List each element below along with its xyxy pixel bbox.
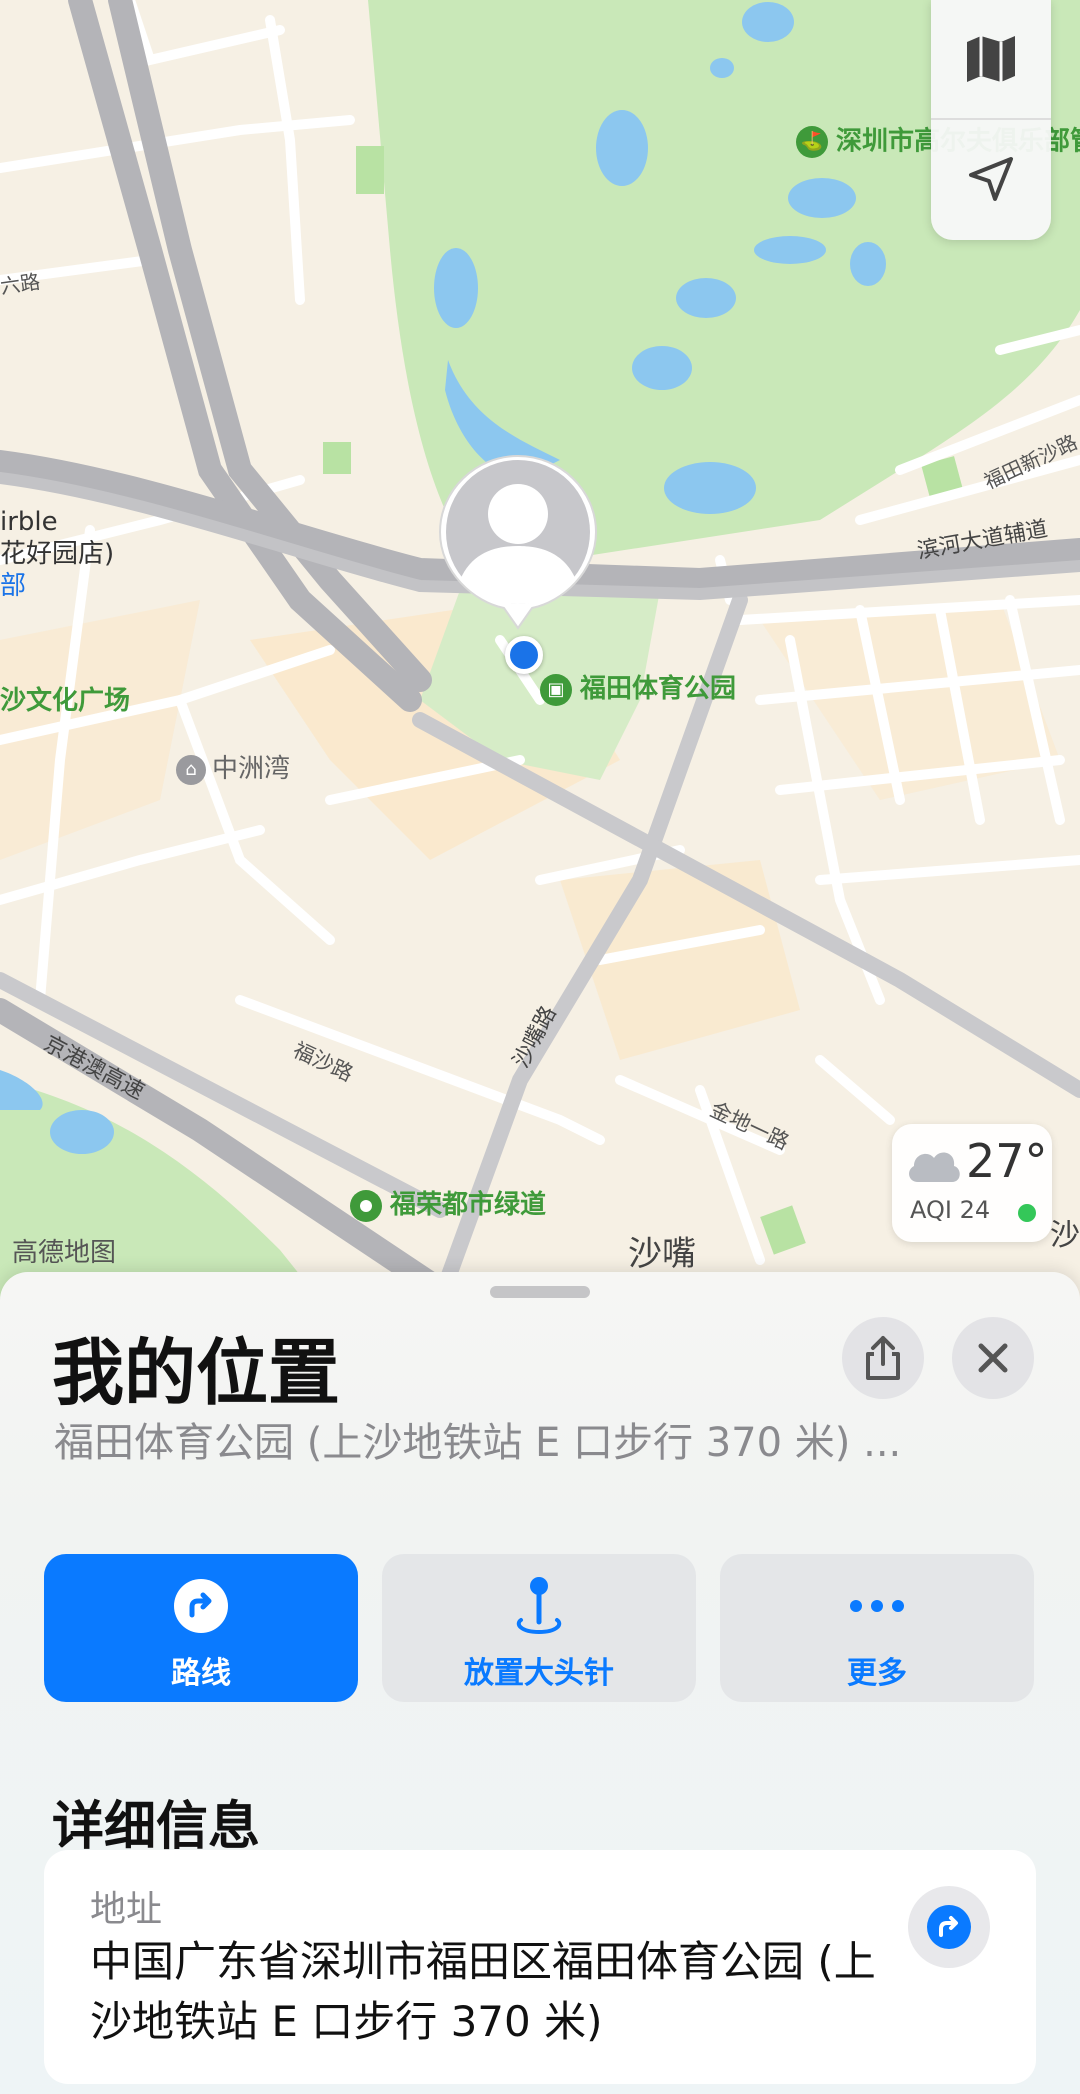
road-label-liu: 六路 xyxy=(0,269,42,299)
poi-label-birble: irble 花好园店) 部 xyxy=(0,507,115,601)
pin-icon xyxy=(382,1576,696,1636)
user-location-dot[interactable] xyxy=(505,636,543,674)
residential-icon: ⌂ xyxy=(176,754,206,785)
place-title: 我的位置 xyxy=(52,1331,341,1415)
poi-label-furong-greenway[interactable]: 福荣都市绿道 xyxy=(350,1184,546,1222)
map-icon xyxy=(967,36,1015,82)
aqi-status-dot xyxy=(1018,1204,1036,1222)
map-view[interactable]: ⛳深圳市高尔夫俱乐部管理 滨河大道辅道 福田新沙路 六路 irble花好园店)部… xyxy=(0,0,1080,1308)
poi-label-culture-square[interactable]: 沙文化广场 xyxy=(0,680,130,717)
golf-flag-icon: ⛳ xyxy=(796,126,828,158)
locate-button[interactable] xyxy=(931,120,1051,238)
park-icon xyxy=(350,1189,382,1222)
close-icon xyxy=(978,1343,1008,1373)
place-subtitle: 福田体育公园 (上沙地铁站 E 口步行 370 米) ... xyxy=(54,1420,902,1466)
drop-pin-label: 放置大头针 xyxy=(464,1656,614,1691)
details-heading: 详细信息 xyxy=(52,1797,261,1857)
directions-label: 路线 xyxy=(171,1656,231,1691)
user-avatar-pin[interactable] xyxy=(436,452,600,630)
address-card[interactable]: 地址 中国广东省深圳市福田区福田体育公园 (上沙地铁站 E 口步行 370 米) xyxy=(44,1850,1036,2084)
share-button[interactable] xyxy=(842,1317,924,1399)
map-mode-button[interactable] xyxy=(931,0,1051,118)
directions-button[interactable]: 路线 xyxy=(44,1554,358,1702)
temperature: 27° xyxy=(966,1134,1048,1188)
share-icon xyxy=(866,1336,900,1380)
more-button[interactable]: 更多 xyxy=(720,1554,1034,1702)
stadium-icon: ▣ xyxy=(540,673,572,706)
aqi-label: AQI 24 xyxy=(910,1196,991,1224)
amap-attribution[interactable]: 高德地图 xyxy=(12,1232,116,1269)
place-sheet[interactable]: 我的位置 福田体育公园 (上沙地铁站 E 口步行 370 米) ... 路线 放… xyxy=(0,1272,1080,2094)
directions-icon xyxy=(927,1905,971,1949)
sheet-grabber[interactable] xyxy=(490,1286,590,1298)
close-button[interactable] xyxy=(952,1317,1034,1399)
address-value[interactable]: 中国广东省深圳市福田区福田体育公园 (上沙地铁站 E 口步行 370 米) xyxy=(90,1932,910,2052)
ellipsis-icon xyxy=(720,1576,1034,1636)
cloud-icon xyxy=(909,1152,960,1182)
more-label: 更多 xyxy=(847,1656,907,1691)
weather-widget[interactable]: 27° AQI 24 xyxy=(892,1124,1052,1242)
map-controls xyxy=(931,0,1051,240)
area-label-wen: 沙文 xyxy=(1050,1218,1080,1253)
location-arrow-icon xyxy=(969,157,1013,201)
address-directions-button[interactable] xyxy=(908,1886,990,1968)
poi-label-zhongzhouwan[interactable]: ⌂ 中洲湾 xyxy=(176,748,290,785)
drop-pin-button[interactable]: 放置大头针 xyxy=(382,1554,696,1702)
poi-label-futian-sports-park[interactable]: ▣ 福田体育公园 xyxy=(540,668,736,706)
address-label: 地址 xyxy=(90,1889,163,1930)
area-label-shazui: 沙嘴 xyxy=(628,1234,696,1274)
directions-icon xyxy=(44,1576,358,1636)
